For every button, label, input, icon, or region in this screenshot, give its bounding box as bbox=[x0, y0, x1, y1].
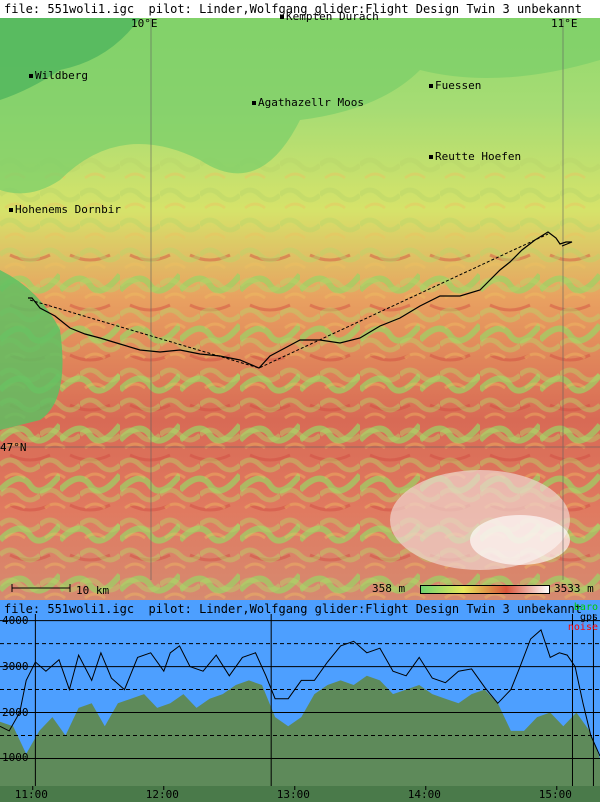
town-reutte-hoefen: Reutte Hoefen bbox=[429, 150, 521, 163]
town-kempten-durach: Kempten Durach bbox=[280, 10, 379, 23]
y-tick-label: 3000 bbox=[2, 659, 29, 673]
y-tick-label: 2000 bbox=[2, 705, 29, 719]
x-tick-label: 14:00 bbox=[407, 788, 441, 801]
town-name: Hohenems Dornbir bbox=[15, 203, 121, 216]
y-tick-label: 1000 bbox=[2, 751, 29, 765]
town-fuessen: Fuessen bbox=[429, 79, 481, 92]
x-tick-label: 12:00 bbox=[145, 788, 179, 801]
x-tick-label: 13:00 bbox=[276, 788, 310, 801]
lon-label-10e: 10°E bbox=[131, 17, 158, 30]
town-name: Reutte Hoefen bbox=[435, 150, 522, 163]
altitude-profile: file: 551woli1.igc pilot: Linder,Wolfgan… bbox=[0, 600, 600, 802]
town-marker-icon bbox=[429, 155, 433, 159]
town-wildberg: Wildberg bbox=[29, 69, 88, 82]
elev-gradient-bar bbox=[420, 585, 550, 594]
town-name: Kempten Durach bbox=[286, 10, 379, 23]
town-name: Agathazellr Moos bbox=[258, 96, 364, 109]
elev-max-label: 3533 m bbox=[554, 582, 594, 595]
altitude-chart bbox=[0, 600, 600, 802]
town-agathazellr-moos: Agathazellr Moos bbox=[252, 96, 364, 109]
town-marker-icon bbox=[252, 101, 256, 105]
elev-min-label: 358 m bbox=[372, 582, 406, 595]
profile-header: file: 551woli1.igc pilot: Linder,Wolfgan… bbox=[4, 602, 582, 616]
x-tick-label: 15:00 bbox=[538, 788, 572, 801]
town-hohenems-dornbir: Hohenems Dornbir bbox=[9, 203, 121, 216]
legend-noise: noise bbox=[567, 622, 598, 633]
town-marker-icon bbox=[429, 84, 433, 88]
town-marker-icon bbox=[280, 15, 284, 19]
y-tick-label: 4000 bbox=[2, 613, 29, 627]
terrain-map: file: 551woli1.igc pilot: Linder,Wolfgan… bbox=[0, 0, 600, 600]
town-marker-icon bbox=[9, 208, 13, 212]
lat-label-47n: 47°N bbox=[0, 441, 27, 454]
terrain-relief bbox=[0, 0, 600, 600]
x-tick-label: 11:00 bbox=[14, 788, 48, 801]
scale-bar-label: 10 km bbox=[76, 584, 110, 597]
lon-label-11e: 11°E bbox=[551, 17, 578, 30]
town-name: Wildberg bbox=[35, 69, 88, 82]
town-marker-icon bbox=[29, 74, 33, 78]
town-name: Fuessen bbox=[435, 79, 482, 92]
